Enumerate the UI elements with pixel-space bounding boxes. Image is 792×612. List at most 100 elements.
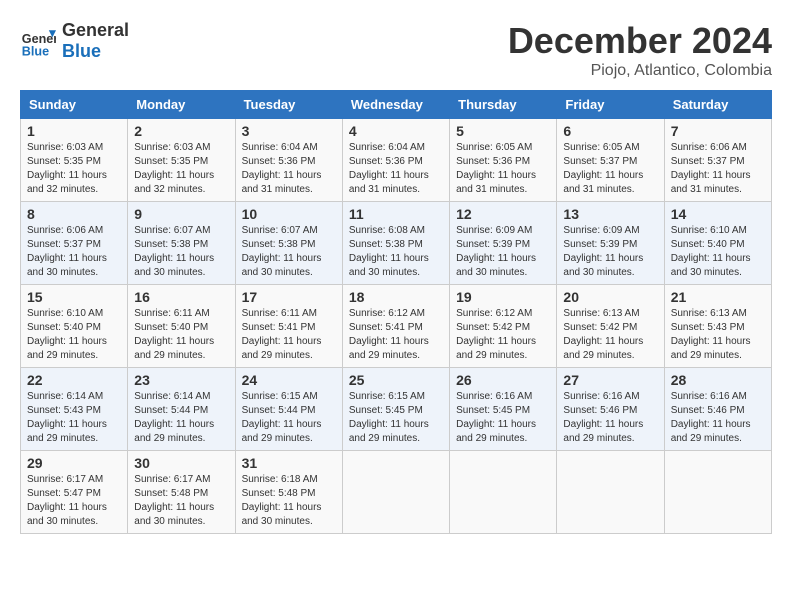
day-info: Sunrise: 6:17 AM Sunset: 5:47 PM Dayligh… — [27, 473, 121, 529]
day-info: Sunrise: 6:06 AM Sunset: 5:37 PM Dayligh… — [671, 141, 765, 197]
calendar-cell: 26 Sunrise: 6:16 AM Sunset: 5:45 PM Dayl… — [450, 368, 557, 451]
day-info: Sunrise: 6:16 AM Sunset: 5:45 PM Dayligh… — [456, 390, 550, 446]
day-number: 13 — [563, 206, 657, 222]
calendar-week-row: 1 Sunrise: 6:03 AM Sunset: 5:35 PM Dayli… — [21, 119, 772, 202]
calendar-table: SundayMondayTuesdayWednesdayThursdayFrid… — [20, 90, 772, 534]
header-sunday: Sunday — [21, 91, 128, 119]
day-number: 14 — [671, 206, 765, 222]
calendar-cell — [450, 451, 557, 534]
calendar-week-row: 29 Sunrise: 6:17 AM Sunset: 5:47 PM Dayl… — [21, 451, 772, 534]
calendar-cell: 31 Sunrise: 6:18 AM Sunset: 5:48 PM Dayl… — [235, 451, 342, 534]
day-info: Sunrise: 6:04 AM Sunset: 5:36 PM Dayligh… — [349, 141, 443, 197]
day-info: Sunrise: 6:12 AM Sunset: 5:42 PM Dayligh… — [456, 307, 550, 363]
calendar-cell: 8 Sunrise: 6:06 AM Sunset: 5:37 PM Dayli… — [21, 202, 128, 285]
title-section: December 2024 Piojo, Atlantico, Colombia — [508, 20, 772, 80]
header-saturday: Saturday — [664, 91, 771, 119]
day-number: 23 — [134, 372, 228, 388]
header: General Blue General Blue December 2024 … — [20, 20, 772, 80]
day-number: 27 — [563, 372, 657, 388]
day-number: 9 — [134, 206, 228, 222]
calendar-cell: 7 Sunrise: 6:06 AM Sunset: 5:37 PM Dayli… — [664, 119, 771, 202]
calendar-cell: 22 Sunrise: 6:14 AM Sunset: 5:43 PM Dayl… — [21, 368, 128, 451]
calendar-cell: 30 Sunrise: 6:17 AM Sunset: 5:48 PM Dayl… — [128, 451, 235, 534]
calendar-cell: 2 Sunrise: 6:03 AM Sunset: 5:35 PM Dayli… — [128, 119, 235, 202]
day-number: 24 — [242, 372, 336, 388]
day-info: Sunrise: 6:05 AM Sunset: 5:37 PM Dayligh… — [563, 141, 657, 197]
calendar-cell: 3 Sunrise: 6:04 AM Sunset: 5:36 PM Dayli… — [235, 119, 342, 202]
day-info: Sunrise: 6:07 AM Sunset: 5:38 PM Dayligh… — [242, 224, 336, 280]
day-number: 22 — [27, 372, 121, 388]
day-info: Sunrise: 6:17 AM Sunset: 5:48 PM Dayligh… — [134, 473, 228, 529]
day-info: Sunrise: 6:03 AM Sunset: 5:35 PM Dayligh… — [27, 141, 121, 197]
calendar-cell — [557, 451, 664, 534]
logo: General Blue General Blue — [20, 20, 129, 62]
day-number: 16 — [134, 289, 228, 305]
header-thursday: Thursday — [450, 91, 557, 119]
day-info: Sunrise: 6:09 AM Sunset: 5:39 PM Dayligh… — [563, 224, 657, 280]
day-number: 8 — [27, 206, 121, 222]
header-friday: Friday — [557, 91, 664, 119]
day-number: 5 — [456, 123, 550, 139]
calendar-cell: 17 Sunrise: 6:11 AM Sunset: 5:41 PM Dayl… — [235, 285, 342, 368]
calendar-cell: 19 Sunrise: 6:12 AM Sunset: 5:42 PM Dayl… — [450, 285, 557, 368]
day-number: 28 — [671, 372, 765, 388]
day-info: Sunrise: 6:14 AM Sunset: 5:44 PM Dayligh… — [134, 390, 228, 446]
day-number: 10 — [242, 206, 336, 222]
logo-icon: General Blue — [20, 23, 56, 59]
day-number: 1 — [27, 123, 121, 139]
header-wednesday: Wednesday — [342, 91, 449, 119]
svg-text:Blue: Blue — [22, 44, 49, 58]
location-title: Piojo, Atlantico, Colombia — [508, 62, 772, 80]
calendar-week-row: 15 Sunrise: 6:10 AM Sunset: 5:40 PM Dayl… — [21, 285, 772, 368]
calendar-cell: 28 Sunrise: 6:16 AM Sunset: 5:46 PM Dayl… — [664, 368, 771, 451]
day-info: Sunrise: 6:10 AM Sunset: 5:40 PM Dayligh… — [671, 224, 765, 280]
day-info: Sunrise: 6:10 AM Sunset: 5:40 PM Dayligh… — [27, 307, 121, 363]
day-number: 4 — [349, 123, 443, 139]
day-number: 17 — [242, 289, 336, 305]
day-number: 26 — [456, 372, 550, 388]
calendar-cell: 12 Sunrise: 6:09 AM Sunset: 5:39 PM Dayl… — [450, 202, 557, 285]
day-number: 29 — [27, 455, 121, 471]
calendar-cell — [342, 451, 449, 534]
calendar-cell — [664, 451, 771, 534]
calendar-cell: 24 Sunrise: 6:15 AM Sunset: 5:44 PM Dayl… — [235, 368, 342, 451]
day-info: Sunrise: 6:03 AM Sunset: 5:35 PM Dayligh… — [134, 141, 228, 197]
day-number: 20 — [563, 289, 657, 305]
day-info: Sunrise: 6:06 AM Sunset: 5:37 PM Dayligh… — [27, 224, 121, 280]
day-info: Sunrise: 6:18 AM Sunset: 5:48 PM Dayligh… — [242, 473, 336, 529]
day-number: 15 — [27, 289, 121, 305]
day-number: 11 — [349, 206, 443, 222]
day-number: 2 — [134, 123, 228, 139]
header-monday: Monday — [128, 91, 235, 119]
calendar-cell: 11 Sunrise: 6:08 AM Sunset: 5:38 PM Dayl… — [342, 202, 449, 285]
calendar-cell: 16 Sunrise: 6:11 AM Sunset: 5:40 PM Dayl… — [128, 285, 235, 368]
calendar-cell: 6 Sunrise: 6:05 AM Sunset: 5:37 PM Dayli… — [557, 119, 664, 202]
calendar-week-row: 8 Sunrise: 6:06 AM Sunset: 5:37 PM Dayli… — [21, 202, 772, 285]
day-number: 7 — [671, 123, 765, 139]
day-info: Sunrise: 6:05 AM Sunset: 5:36 PM Dayligh… — [456, 141, 550, 197]
day-info: Sunrise: 6:08 AM Sunset: 5:38 PM Dayligh… — [349, 224, 443, 280]
header-tuesday: Tuesday — [235, 91, 342, 119]
calendar-cell: 13 Sunrise: 6:09 AM Sunset: 5:39 PM Dayl… — [557, 202, 664, 285]
calendar-cell: 23 Sunrise: 6:14 AM Sunset: 5:44 PM Dayl… — [128, 368, 235, 451]
calendar-header-row: SundayMondayTuesdayWednesdayThursdayFrid… — [21, 91, 772, 119]
day-number: 12 — [456, 206, 550, 222]
calendar-cell: 9 Sunrise: 6:07 AM Sunset: 5:38 PM Dayli… — [128, 202, 235, 285]
calendar-cell: 29 Sunrise: 6:17 AM Sunset: 5:47 PM Dayl… — [21, 451, 128, 534]
day-number: 25 — [349, 372, 443, 388]
calendar-cell: 14 Sunrise: 6:10 AM Sunset: 5:40 PM Dayl… — [664, 202, 771, 285]
day-info: Sunrise: 6:09 AM Sunset: 5:39 PM Dayligh… — [456, 224, 550, 280]
day-info: Sunrise: 6:16 AM Sunset: 5:46 PM Dayligh… — [671, 390, 765, 446]
calendar-cell: 20 Sunrise: 6:13 AM Sunset: 5:42 PM Dayl… — [557, 285, 664, 368]
day-number: 30 — [134, 455, 228, 471]
calendar-cell: 25 Sunrise: 6:15 AM Sunset: 5:45 PM Dayl… — [342, 368, 449, 451]
day-info: Sunrise: 6:12 AM Sunset: 5:41 PM Dayligh… — [349, 307, 443, 363]
day-info: Sunrise: 6:07 AM Sunset: 5:38 PM Dayligh… — [134, 224, 228, 280]
day-info: Sunrise: 6:04 AM Sunset: 5:36 PM Dayligh… — [242, 141, 336, 197]
calendar-cell: 15 Sunrise: 6:10 AM Sunset: 5:40 PM Dayl… — [21, 285, 128, 368]
day-info: Sunrise: 6:15 AM Sunset: 5:44 PM Dayligh… — [242, 390, 336, 446]
logo-blue: Blue — [62, 41, 129, 62]
calendar-cell: 27 Sunrise: 6:16 AM Sunset: 5:46 PM Dayl… — [557, 368, 664, 451]
day-info: Sunrise: 6:11 AM Sunset: 5:40 PM Dayligh… — [134, 307, 228, 363]
day-info: Sunrise: 6:14 AM Sunset: 5:43 PM Dayligh… — [27, 390, 121, 446]
